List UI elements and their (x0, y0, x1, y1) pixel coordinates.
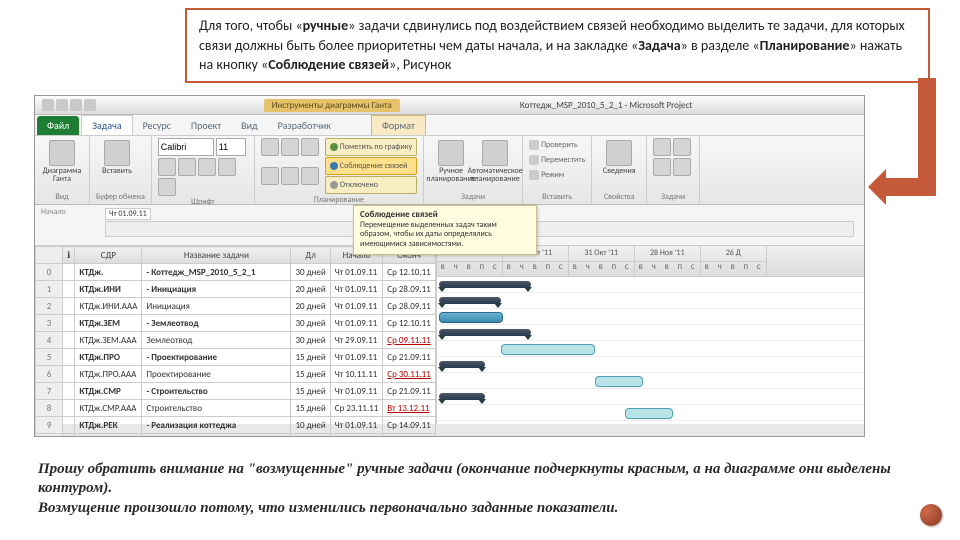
table-row[interactable]: 8КТДж.СМР.АААСтроительство15 днейСр 23.1… (36, 400, 436, 417)
inspect-button[interactable]: Проверить (529, 138, 585, 152)
tab-file[interactable]: Файл (37, 116, 79, 135)
summary-bar[interactable] (439, 393, 485, 400)
gantt-row[interactable] (437, 277, 864, 293)
ribbon-group-schedule: Пометить по графику Соблюдение связей От… (255, 136, 424, 204)
context-tab-label: Инструменты диаграммы Ганта (264, 99, 400, 112)
table-row[interactable]: 9КТДж.РЕК- Реализация коттеджа10 днейЧт … (36, 417, 436, 434)
table-row[interactable]: 7КТДж.СМР- Строительство15 днейЧт 01.09.… (36, 383, 436, 400)
info-text: Для того, чтобы « (199, 17, 303, 34)
gantt-row[interactable] (437, 325, 864, 341)
summary-bar[interactable] (439, 297, 501, 304)
respect-links-tooltip: Соблюдение связей Перемещение выделенных… (353, 205, 537, 255)
ribbon-tabs: Файл Задача Ресурс Проект Вид Разработчи… (35, 115, 864, 136)
tab-view[interactable]: Вид (231, 116, 267, 135)
slide-number-badge (920, 504, 942, 526)
task-table[interactable]: ℹ СДР Название задачи Дл Начало Оконч 0К… (35, 246, 436, 437)
inactivate-button[interactable]: Отключено (325, 176, 417, 194)
info-bold: ручные (303, 17, 349, 34)
manual-schedule-button[interactable]: Ручное планирование (430, 138, 472, 183)
table-row[interactable]: 3КТДж.ЗЕМ- Землеотвод30 днейЧт 01.09.11С… (36, 315, 436, 332)
col-duration[interactable]: Дл (291, 247, 330, 264)
move-button[interactable]: Переместить (529, 153, 585, 167)
gantt-row[interactable] (437, 357, 864, 373)
font-style-buttons[interactable] (158, 158, 248, 196)
gantt-row[interactable] (437, 341, 864, 357)
table-row[interactable]: 6КТДж.ПРО.АААПроектирование15 днейЧт 10.… (36, 366, 436, 383)
gantt-row[interactable] (437, 389, 864, 405)
tooltip-body: Перемещение выделенных задач таким образ… (360, 220, 497, 249)
title-bar: Инструменты диаграммы Ганта Коттедж_MSP_… (35, 96, 864, 115)
col-wbs[interactable]: СДР (75, 247, 142, 264)
summary-bar[interactable] (439, 281, 531, 288)
ms-project-window: Инструменты диаграммы Ганта Коттедж_MSP_… (34, 95, 865, 437)
gantt-chart-button[interactable]: Диаграмма Ганта (41, 138, 83, 183)
information-button[interactable]: Сведения (598, 138, 640, 175)
table-row[interactable]: 1КТДж.ИНИ- Инициация20 днейЧт 01.09.11Ср… (36, 281, 436, 298)
ribbon: Диаграмма Ганта Вид Вставить Буфер обмен… (35, 136, 864, 205)
summary-bar[interactable] (439, 361, 485, 368)
timeline-start-date: Чт 01.09.11 (105, 208, 151, 220)
gantt-row[interactable] (437, 405, 864, 421)
table-row[interactable]: 5КТДж.ПРО- Проектирование15 днейЧт 01.09… (36, 349, 436, 366)
tooltip-title: Соблюдение связей (360, 209, 438, 220)
task-bar[interactable] (625, 408, 673, 419)
tab-developer[interactable]: Разработчик (268, 116, 341, 135)
table-row[interactable]: 0КТДж.- Коттедж_MSP_2010_5_2_130 днейЧт … (36, 264, 436, 281)
font-size-select[interactable] (216, 138, 246, 156)
ribbon-group-clipboard: Вставить Буфер обмена (90, 136, 152, 204)
auto-schedule-button[interactable]: Автоматическое планирование (474, 138, 516, 183)
respect-links-button[interactable]: Соблюдение связей (325, 157, 417, 175)
gantt-chart[interactable]: 05 Сен '11ВЧВПС03 Окт '11ВЧВПС31 Окт '11… (436, 246, 864, 424)
indent-buttons[interactable] (261, 138, 321, 194)
quick-access-toolbar[interactable] (42, 99, 96, 111)
tab-project[interactable]: Проект (181, 116, 231, 135)
tab-resource[interactable]: Ресурс (133, 116, 181, 135)
summary-bar[interactable] (439, 329, 531, 336)
gantt-row[interactable] (437, 373, 864, 389)
gantt-row[interactable] (437, 293, 864, 309)
ribbon-group-editing: Задачи (647, 136, 700, 204)
instruction-box: Для того, чтобы «ручные» задачи сдвинули… (185, 8, 930, 83)
ribbon-group-tasks: Ручное планирование Автоматическое плани… (424, 136, 523, 204)
footer-note: Прошу обратить внимание на "возмущенные"… (38, 460, 910, 519)
col-name[interactable]: Название задачи (142, 247, 291, 264)
col-info[interactable]: ℹ (63, 247, 75, 264)
ribbon-group-font: Шрифт (152, 136, 255, 204)
mode-button[interactable]: Режим (529, 168, 585, 182)
timeline-pane[interactable]: Начало Чт 01.09.11 Соблюдение связей Пер… (35, 205, 864, 246)
ribbon-group-insert: Проверить Переместить Режим Вставить (523, 136, 592, 204)
task-bar[interactable] (595, 376, 643, 387)
paste-button[interactable]: Вставить (96, 138, 138, 175)
table-row[interactable]: 2КТДж.ИНИ.АААИнициация20 днейЧт 01.09.11… (36, 298, 436, 315)
gantt-row[interactable] (437, 309, 864, 325)
callout-arrow (886, 78, 936, 208)
window-title: Коттедж_MSP_2010_5_2_1 - Microsoft Proje… (520, 100, 693, 111)
table-row[interactable]: 10КТДж.РЕК.АААРеализация коттеджа10 дней… (36, 434, 436, 438)
task-bar[interactable] (501, 344, 595, 355)
mark-on-track-button[interactable]: Пометить по графику (325, 138, 417, 156)
ribbon-group-view: Диаграмма Ганта Вид (35, 136, 90, 204)
font-family-select[interactable] (158, 138, 214, 156)
table-row[interactable]: 4КТДж.ЗЕМ.АААЗемлеотвод30 днейЧт 29.09.1… (36, 332, 436, 349)
task-grid: ℹ СДР Название задачи Дл Начало Оконч 0К… (35, 246, 864, 424)
ribbon-group-properties: Сведения Свойства (592, 136, 647, 204)
gantt-row[interactable] (437, 421, 864, 424)
task-bar[interactable] (439, 312, 503, 323)
tab-format[interactable]: Формат (371, 115, 426, 135)
tab-task[interactable]: Задача (81, 115, 132, 135)
